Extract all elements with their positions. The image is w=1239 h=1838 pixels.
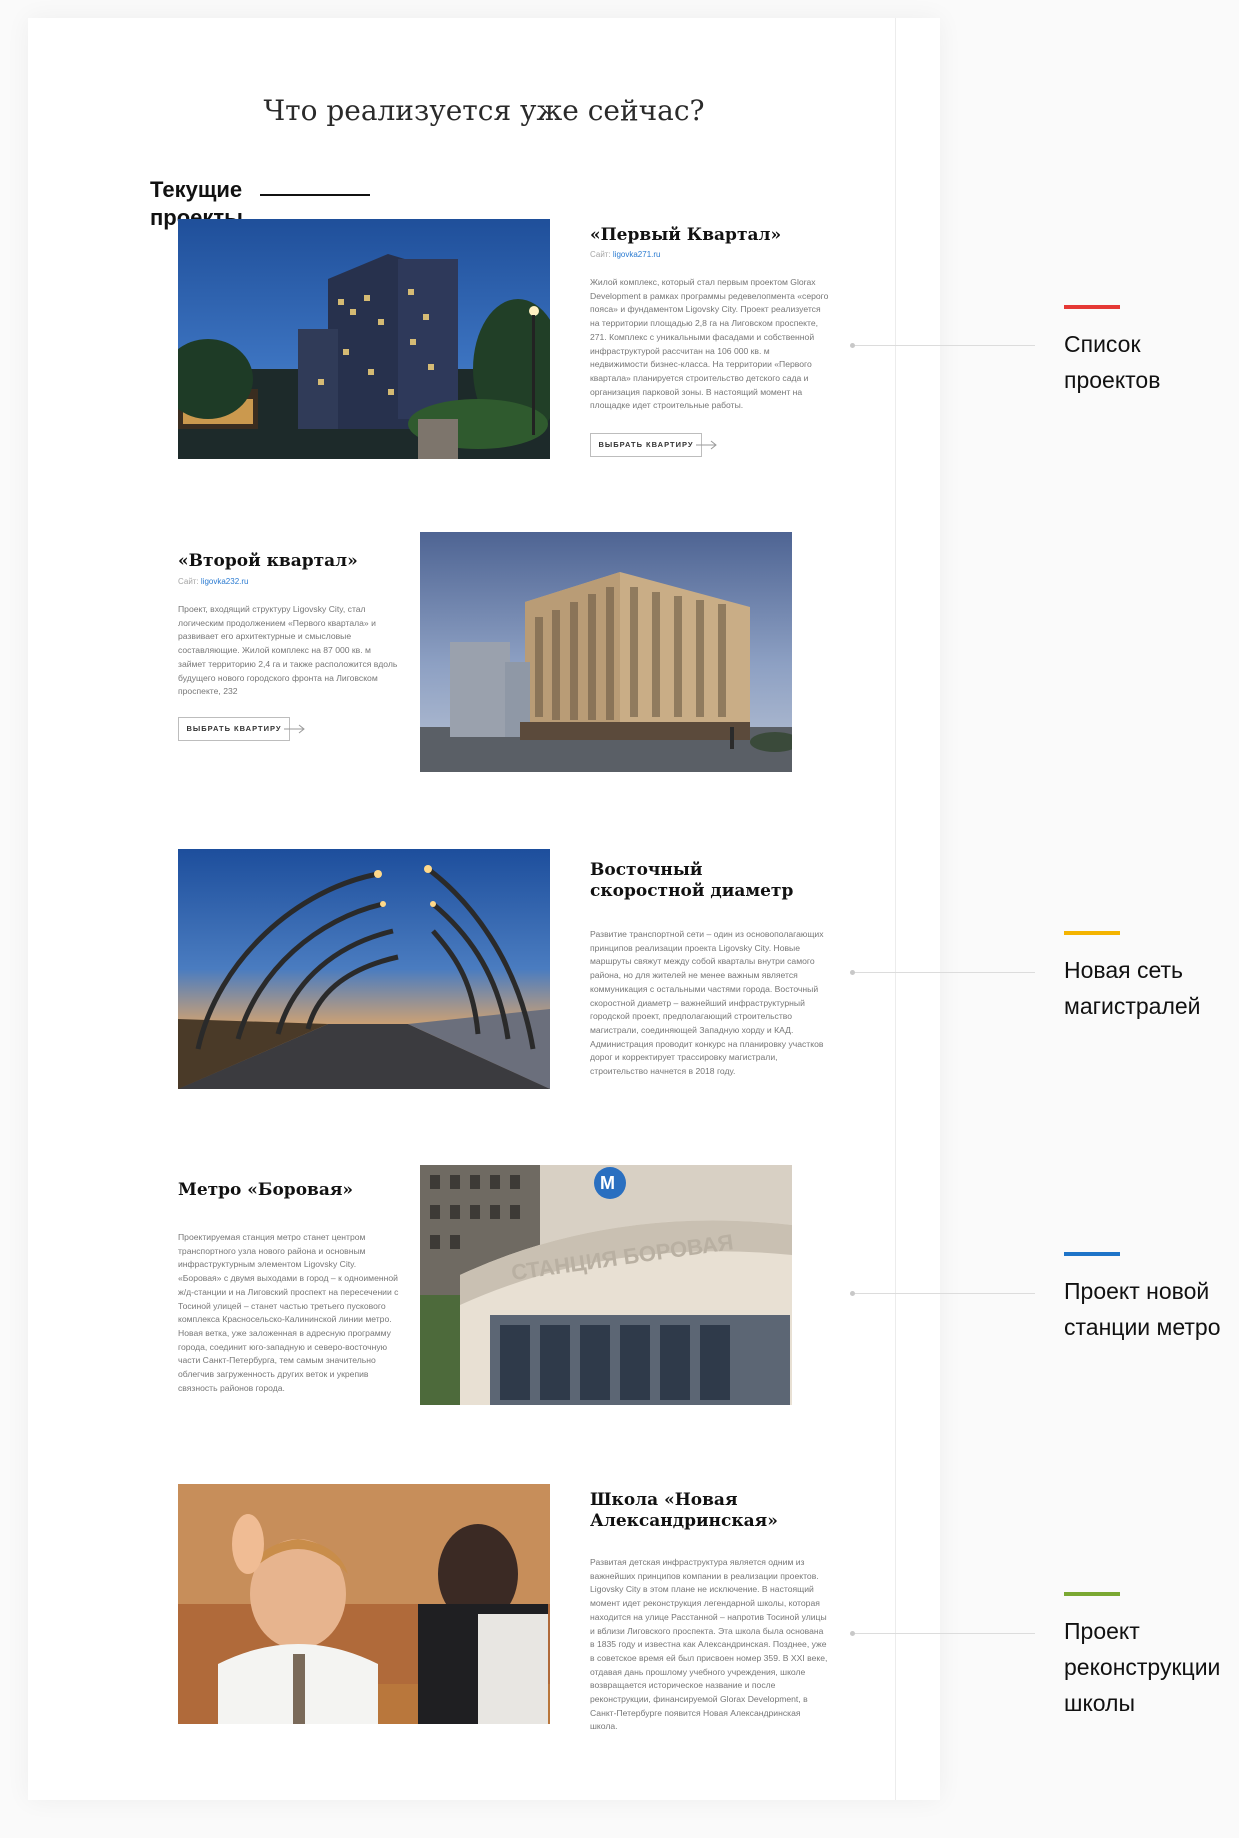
select-apartment-button[interactable]: ВЫБРАТЬ КВАРТИРУ [590, 433, 702, 457]
annotation-dot [850, 970, 855, 975]
annotation-label: Проект новой станции метро [1064, 1278, 1221, 1340]
project-title: «Первый Квартал» [590, 225, 782, 245]
project-description: Жилой комплекс, который стал первым прое… [590, 277, 829, 411]
project-image-first-quarter [178, 219, 550, 459]
project-description: Развитие транспортной сети – один из осн… [590, 929, 824, 1077]
annotation-connector [853, 1633, 1035, 1634]
annotation-label: Новая сеть магистралей [1064, 957, 1201, 1019]
annotation-color-bar [1064, 931, 1120, 935]
select-apartment-button[interactable]: ВЫБРАТЬ КВАРТИРУ [178, 717, 290, 741]
project-title: Метро «Боровая» [178, 1180, 354, 1200]
annotation-color-bar [1064, 1592, 1120, 1596]
annotation-dot [850, 1291, 855, 1296]
annotation-color-bar [1064, 305, 1120, 309]
project-description: Развитая детская инфраструктура является… [590, 1557, 828, 1732]
project-description: Проект, входящий структуру Ligovsky City… [178, 604, 398, 697]
project-site: Сайт: ligovka232.ru [178, 577, 249, 586]
annotation-label: Проект реконструкции школы [1064, 1618, 1221, 1716]
page-title: Что реализуется уже сейчас? [263, 94, 705, 127]
project-title: «Второй квартал» [178, 551, 358, 571]
section-label-rule [260, 194, 370, 196]
annotation-dot [850, 343, 855, 348]
project-image-second-quarter [420, 532, 792, 772]
annotation-dot [850, 1631, 855, 1636]
card-divider [895, 18, 896, 1800]
arrow-right-icon [696, 440, 717, 450]
project-image-highway [178, 849, 550, 1089]
annotation-connector [853, 972, 1035, 973]
project-title: Школа «Новая Александринская» [590, 1490, 778, 1531]
arrow-right-icon [284, 724, 305, 734]
annotation-connector [853, 345, 1035, 346]
project-site-link[interactable]: ligovka232.ru [201, 577, 249, 586]
project-site: Сайт: ligovka271.ru [590, 250, 661, 259]
annotation-connector [853, 1293, 1035, 1294]
project-image-school [178, 1484, 550, 1724]
annotation-label: Список проектов [1064, 331, 1161, 393]
svg-text:M: M [600, 1173, 615, 1193]
project-image-metro-station: M СТАНЦИЯ БОРОВАЯ [420, 1165, 792, 1405]
project-site-link[interactable]: ligovka271.ru [613, 250, 661, 259]
project-title: Восточный скоростной диаметр [590, 860, 794, 901]
annotation-color-bar [1064, 1252, 1120, 1256]
project-description: Проектируемая станция метро станет центр… [178, 1232, 399, 1393]
